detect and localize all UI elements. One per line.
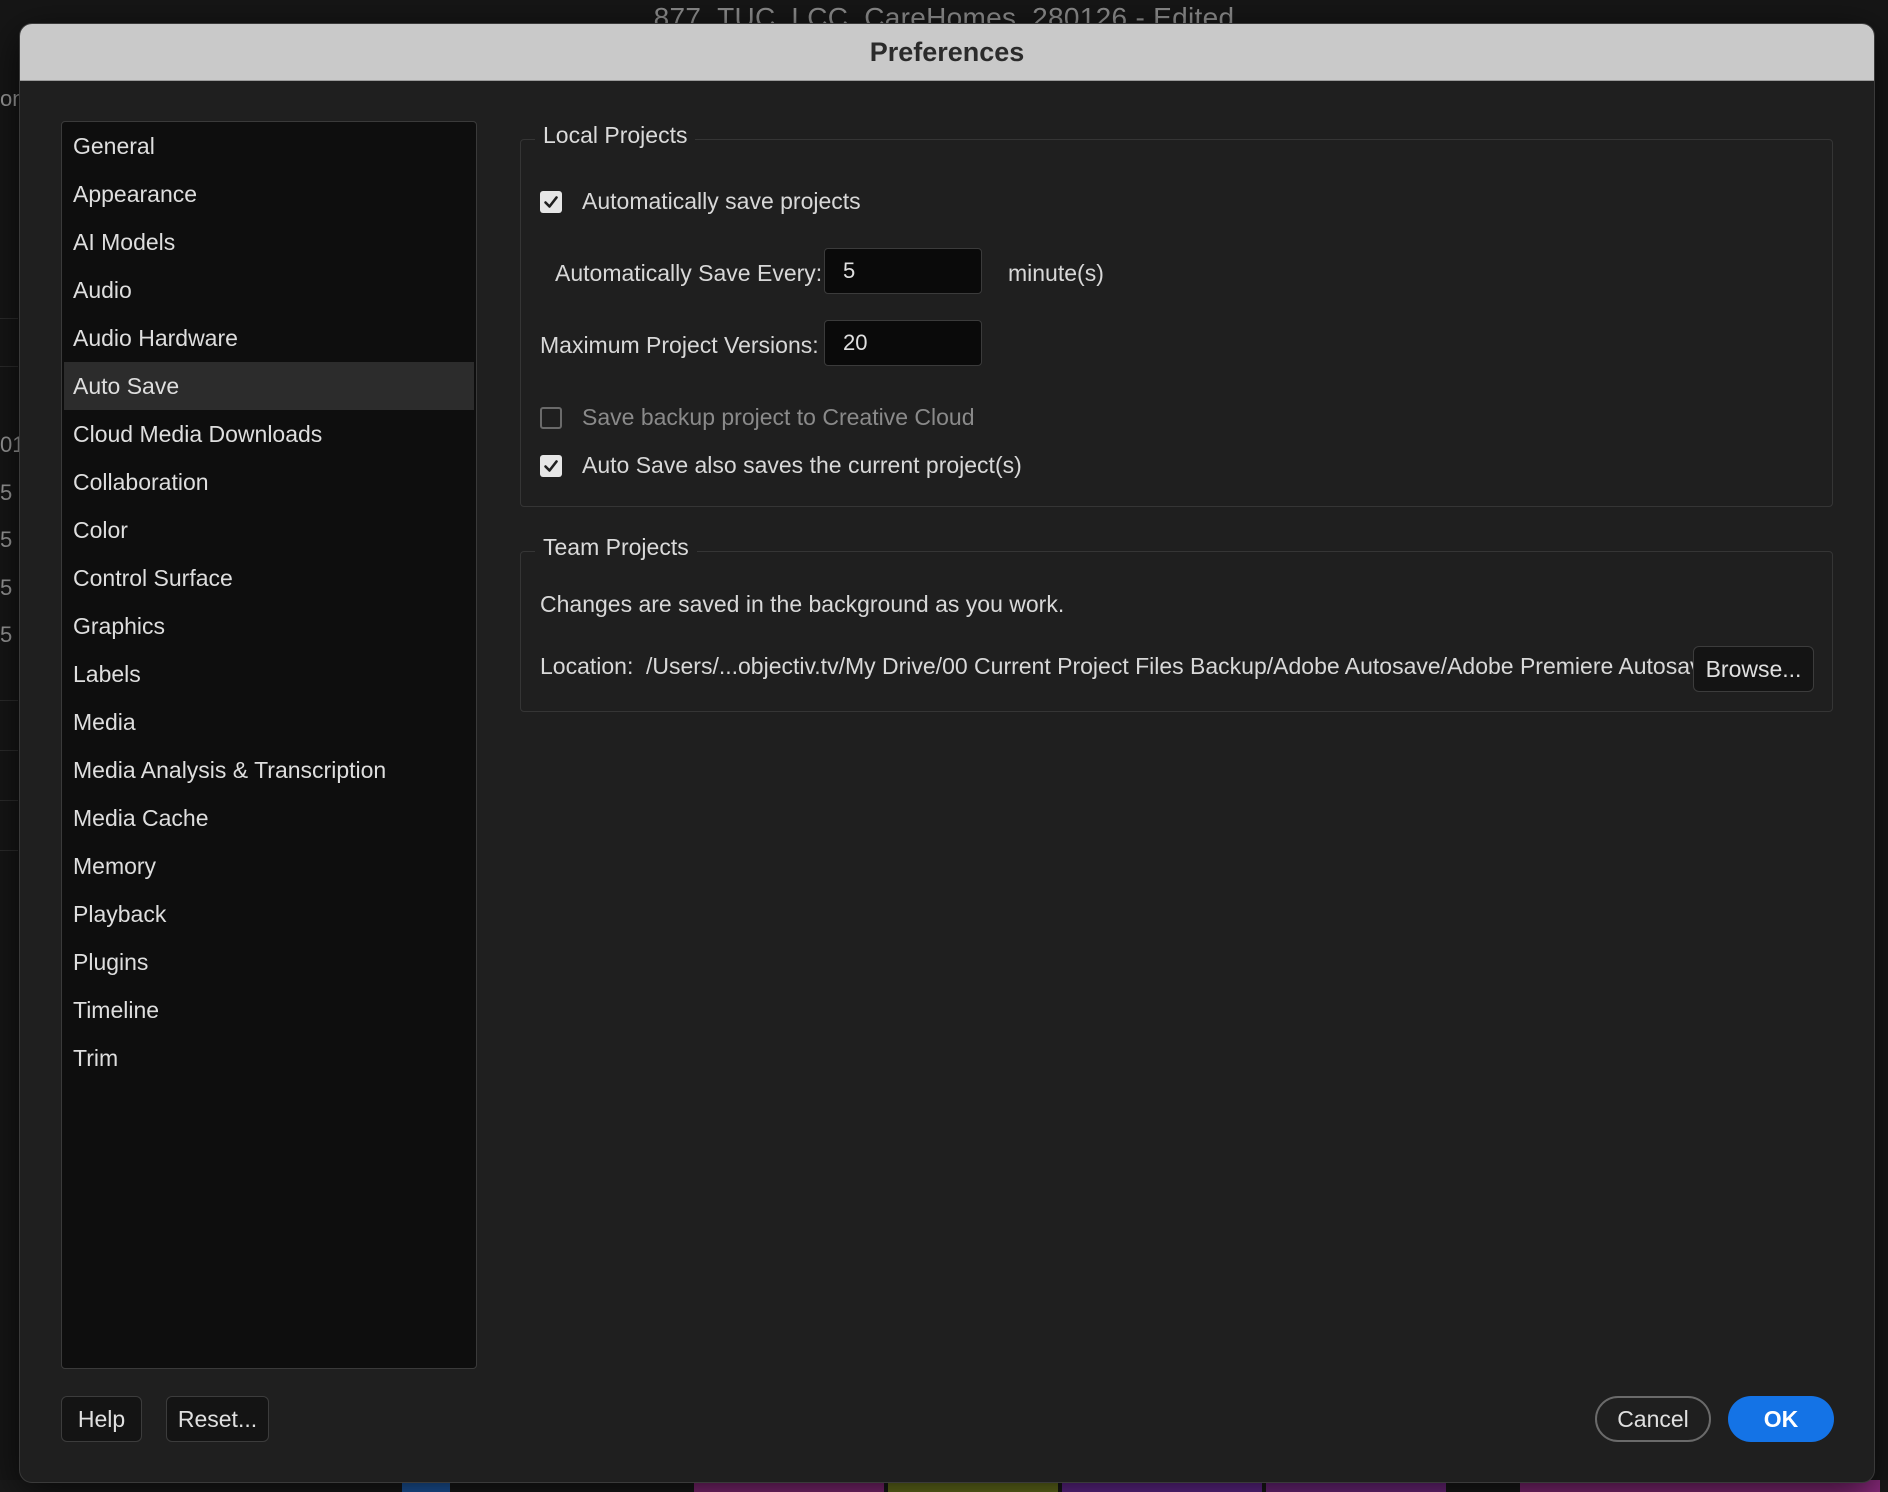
auto-save-projects-label[interactable]: Automatically save projects bbox=[582, 188, 861, 215]
team-projects-group: Team Projects Changes are saved in the b… bbox=[520, 534, 1833, 712]
sidebar-item-media-analysis-transcription[interactable]: Media Analysis & Transcription bbox=[64, 746, 474, 794]
sidebar-item-media[interactable]: Media bbox=[64, 698, 474, 746]
sidebar-item-playback[interactable]: Playback bbox=[64, 890, 474, 938]
backup-creative-cloud-label[interactable]: Save backup project to Creative Cloud bbox=[582, 404, 975, 431]
sidebar-item-audio-hardware[interactable]: Audio Hardware bbox=[64, 314, 474, 362]
sidebar-item-color[interactable]: Color bbox=[64, 506, 474, 554]
location-path: /Users/...objectiv.tv/My Drive/00 Curren… bbox=[646, 653, 1715, 679]
max-versions-input[interactable] bbox=[824, 320, 982, 366]
sidebar-item-plugins[interactable]: Plugins bbox=[64, 938, 474, 986]
sidebar-item-cloud-media-downloads[interactable]: Cloud Media Downloads bbox=[64, 410, 474, 458]
background-fragment: 5 bbox=[0, 622, 13, 647]
background-fragment: 5 bbox=[0, 527, 13, 552]
background-divider bbox=[0, 750, 18, 751]
team-projects-legend: Team Projects bbox=[535, 534, 697, 561]
local-projects-legend: Local Projects bbox=[535, 122, 696, 149]
sidebar-item-labels[interactable]: Labels bbox=[64, 650, 474, 698]
sidebar-item-memory[interactable]: Memory bbox=[64, 842, 474, 890]
sidebar-item-timeline[interactable]: Timeline bbox=[64, 986, 474, 1034]
auto-save-current-project-checkbox[interactable] bbox=[540, 455, 562, 477]
sidebar-item-media-cache[interactable]: Media Cache bbox=[64, 794, 474, 842]
sidebar-item-audio[interactable]: Audio bbox=[64, 266, 474, 314]
checkmark-icon bbox=[544, 196, 558, 208]
browse-button[interactable]: Browse... bbox=[1693, 646, 1814, 692]
max-versions-label: Maximum Project Versions: bbox=[540, 332, 819, 358]
auto-save-projects-checkbox[interactable] bbox=[540, 191, 562, 213]
reset-button[interactable]: Reset... bbox=[166, 1396, 269, 1442]
save-every-label: Automatically Save Every: bbox=[555, 260, 823, 286]
sidebar-item-trim[interactable]: Trim bbox=[64, 1034, 474, 1082]
sidebar-item-control-surface[interactable]: Control Surface bbox=[64, 554, 474, 602]
sidebar-item-appearance[interactable]: Appearance bbox=[64, 170, 474, 218]
location-label: Location: bbox=[540, 653, 634, 679]
background-divider bbox=[0, 366, 18, 367]
background-divider bbox=[0, 318, 18, 319]
team-projects-description: Changes are saved in the background as y… bbox=[540, 591, 1065, 617]
preferences-category-list[interactable]: General Appearance AI Models Audio Audio… bbox=[61, 121, 477, 1369]
dialog-title: Preferences bbox=[869, 36, 1025, 67]
background-divider bbox=[0, 700, 18, 701]
sidebar-item-general[interactable]: General bbox=[64, 122, 474, 170]
background-divider bbox=[0, 800, 18, 801]
save-every-minutes-input[interactable] bbox=[824, 248, 982, 294]
backup-creative-cloud-checkbox[interactable] bbox=[540, 407, 562, 429]
dialog-titlebar[interactable]: Preferences bbox=[20, 24, 1874, 81]
background-fragment: 5 bbox=[0, 480, 13, 505]
sidebar-item-collaboration[interactable]: Collaboration bbox=[64, 458, 474, 506]
checkmark-icon bbox=[544, 460, 558, 472]
sidebar-item-graphics[interactable]: Graphics bbox=[64, 602, 474, 650]
sidebar-item-ai-models[interactable]: AI Models bbox=[64, 218, 474, 266]
auto-save-current-project-label[interactable]: Auto Save also saves the current project… bbox=[582, 452, 1022, 479]
preferences-dialog: Preferences General Appearance AI Models… bbox=[20, 24, 1874, 1482]
help-button[interactable]: Help bbox=[61, 1396, 142, 1442]
background-fragment: 5 bbox=[0, 575, 13, 600]
local-projects-group: Local Projects Automatically save projec… bbox=[520, 122, 1833, 507]
ok-button[interactable]: OK bbox=[1728, 1396, 1834, 1442]
sidebar-item-auto-save[interactable]: Auto Save bbox=[64, 362, 474, 410]
cancel-button[interactable]: Cancel bbox=[1595, 1396, 1711, 1442]
background-divider bbox=[0, 850, 18, 851]
save-every-unit-label: minute(s) bbox=[1008, 260, 1104, 286]
